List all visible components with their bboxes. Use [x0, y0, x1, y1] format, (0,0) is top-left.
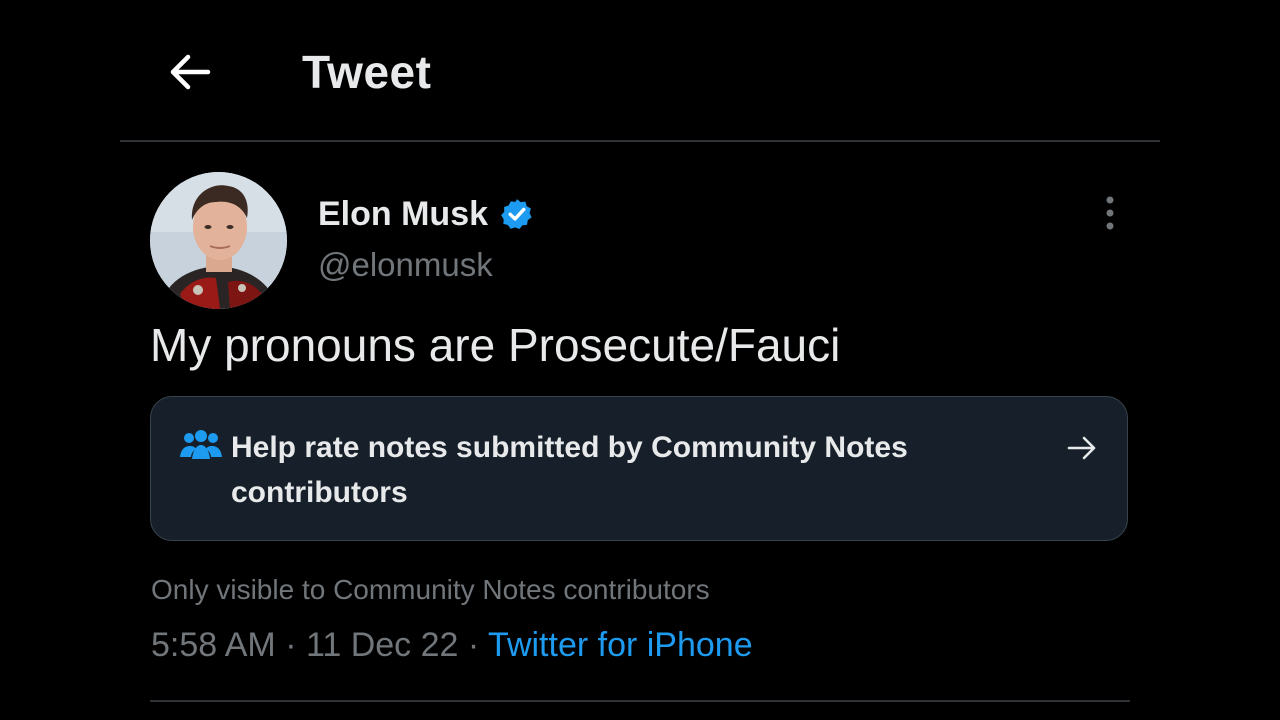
tweet-meta: 5:58 AM · 11 Dec 22 · Twitter for iPhone	[151, 626, 753, 665]
author-display-name: Elon Musk	[318, 194, 489, 233]
tweet-text: My pronouns are Prosecute/Fauci	[150, 319, 841, 371]
arrow-right-icon	[1067, 436, 1096, 460]
verified-badge-icon	[501, 199, 532, 230]
tweet-time[interactable]: 5:58 AM	[151, 626, 276, 664]
tweet-date[interactable]: 11 Dec 22	[306, 626, 458, 664]
back-button[interactable]	[160, 44, 220, 100]
more-vertical-icon	[1106, 196, 1114, 230]
meta-separator: ·	[458, 626, 489, 664]
top-app-bar: Tweet	[0, 0, 1280, 142]
arrow-left-icon	[170, 54, 211, 90]
community-notes-card[interactable]: Help rate notes submitted by Community N…	[150, 396, 1128, 541]
author-name-row[interactable]: Elon Musk	[318, 190, 534, 238]
avatar[interactable]	[150, 172, 287, 309]
meta-separator: ·	[275, 626, 306, 664]
tweet-source-link[interactable]: Twitter for iPhone	[488, 626, 753, 664]
header-divider	[120, 140, 1160, 142]
more-options-button[interactable]	[1090, 190, 1130, 236]
page-title: Tweet	[302, 46, 432, 98]
visibility-note: Only visible to Community Notes contribu…	[151, 574, 710, 605]
avatar-photo	[150, 172, 287, 309]
community-notes-text: Help rate notes submitted by Community N…	[231, 431, 908, 509]
bottom-divider	[150, 700, 1130, 702]
tweet-detail-page: Tweet Elon Musk @elonmusk My pronouns ar…	[0, 0, 1280, 720]
people-icon	[180, 430, 222, 459]
author-handle[interactable]: @elonmusk	[318, 246, 493, 284]
